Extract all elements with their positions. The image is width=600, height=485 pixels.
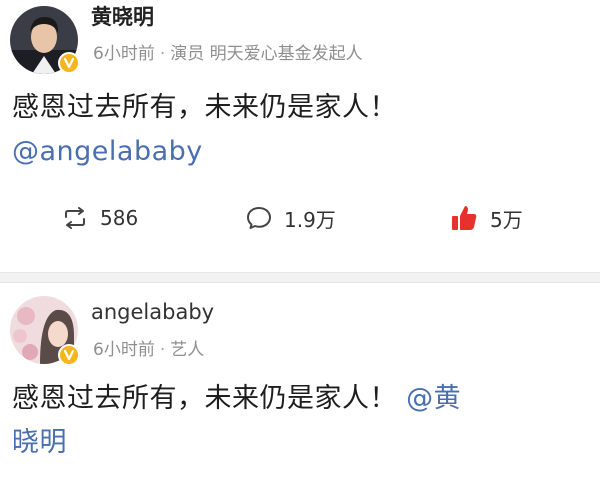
like-count: 5万: [490, 207, 523, 232]
repost-button[interactable]: 586: [62, 196, 138, 240]
post-text: 感恩过去所有，未来仍是家人！: [12, 383, 397, 414]
user-name[interactable]: 黄晓明: [91, 4, 154, 30]
post-content: 感恩过去所有，未来仍是家人！ @angelababy: [12, 86, 582, 174]
meta-separator: ·: [159, 44, 166, 64]
comment-count: 1.9万: [284, 207, 336, 232]
comment-icon: [247, 207, 271, 229]
user-name[interactable]: angelababy: [91, 299, 214, 325]
mention-link-continued[interactable]: 晓明: [12, 421, 582, 465]
repost-count: 586: [100, 206, 139, 230]
post-time: 6小时前: [93, 340, 155, 360]
verified-badge-icon: [58, 52, 80, 74]
mention-link[interactable]: @黄: [406, 383, 461, 414]
post-text-line: 感恩过去所有，未来仍是家人！ @黄: [12, 377, 582, 421]
post-divider: [0, 272, 600, 283]
comment-button[interactable]: 1.9万: [246, 196, 336, 240]
like-button[interactable]: 5万: [450, 196, 523, 240]
post-time: 6小时前: [93, 44, 155, 64]
action-bar: 586 1.9万 5万: [0, 196, 600, 240]
weibo-post: 黄晓明 6小时前 · 演员 明天爱心基金发起人 感恩过去所有，未来仍是家人！ @an…: [0, 0, 600, 272]
post-text: 感恩过去所有，未来仍是家人！: [12, 92, 397, 123]
mention-link[interactable]: @angelababy: [12, 130, 582, 174]
weibo-post: angelababy 6小时前 · 艺人 感恩过去所有，未来仍是家人！ @黄 晓明: [0, 283, 600, 485]
post-meta: 6小时前 · 艺人: [93, 339, 204, 361]
post-meta: 6小时前 · 演员 明天爱心基金发起人: [93, 43, 363, 65]
user-bio: 演员 明天爱心基金发起人: [170, 44, 363, 64]
repost-icon: [65, 207, 85, 229]
thumbs-up-icon: [452, 206, 477, 230]
user-bio: 艺人: [170, 340, 205, 360]
verified-badge-icon: [58, 344, 80, 366]
meta-separator: ·: [159, 340, 166, 360]
post-content: 感恩过去所有，未来仍是家人！ @黄 晓明: [12, 377, 582, 465]
